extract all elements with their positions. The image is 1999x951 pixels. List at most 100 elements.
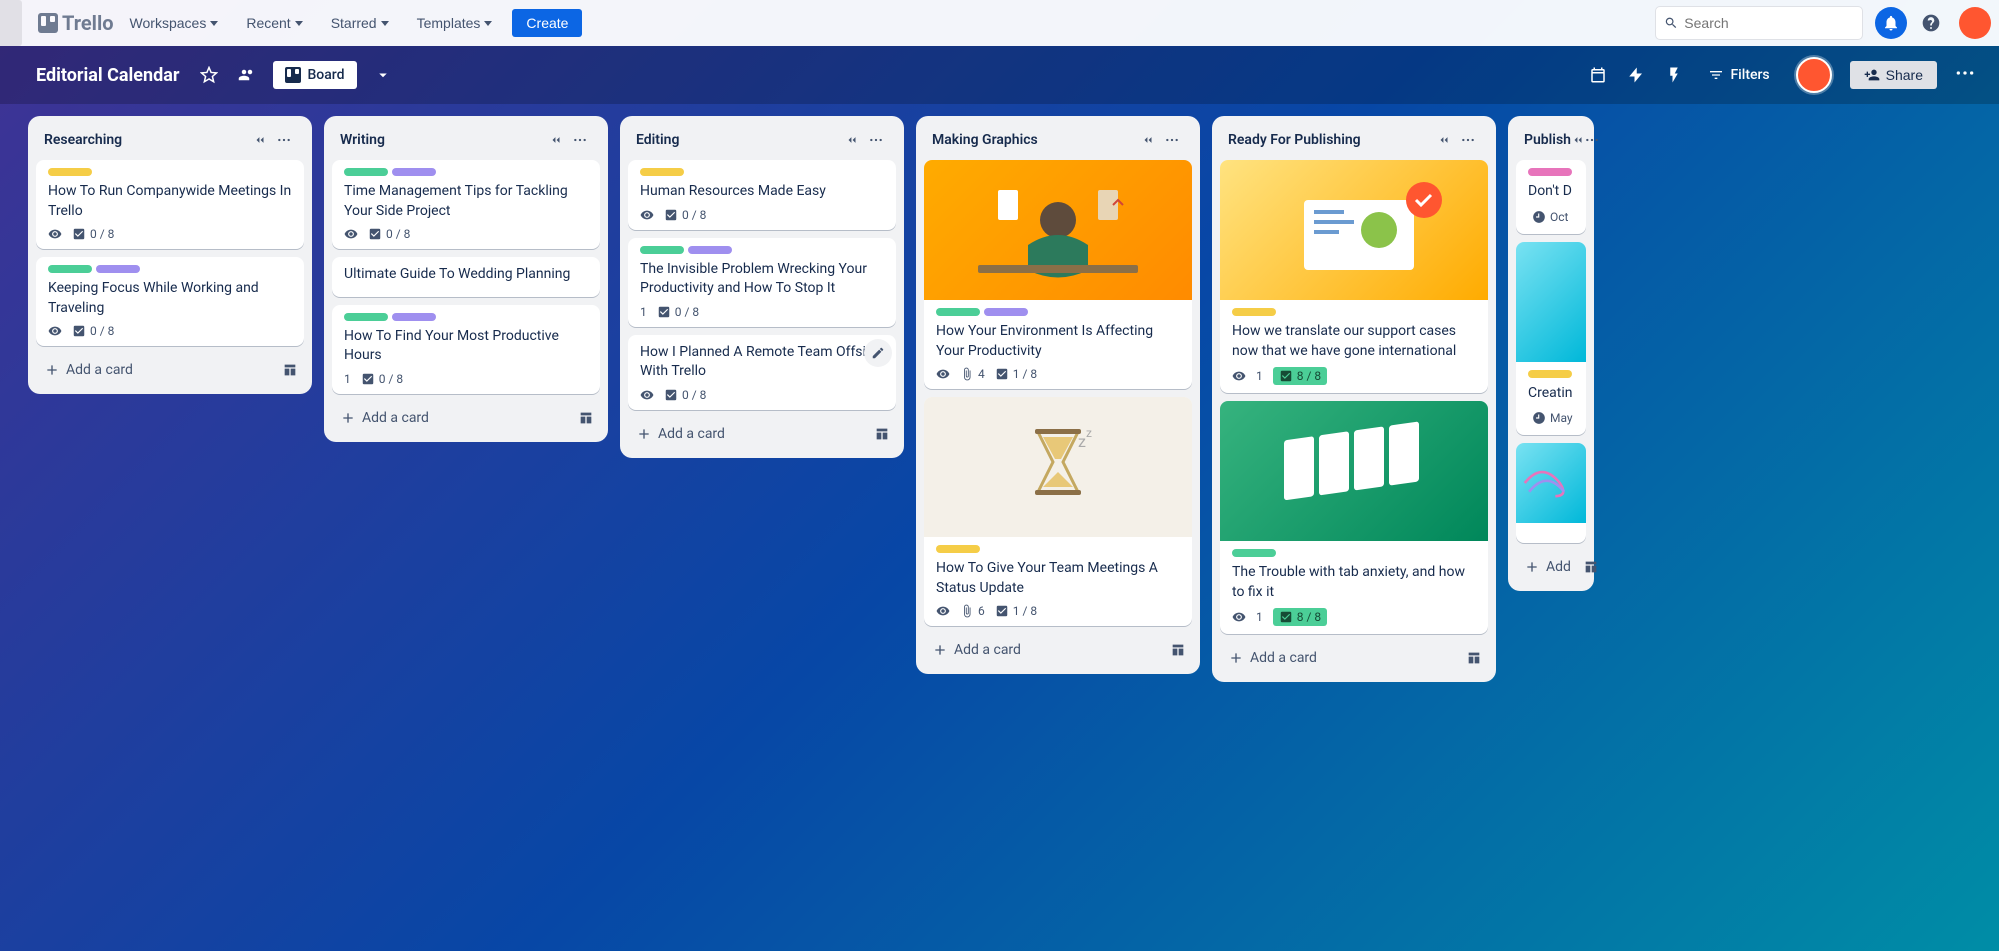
checklist-text: 0 / 8 (682, 388, 706, 402)
card-template-button[interactable] (276, 356, 304, 384)
card-wrapper: Human Resources Made Easy 0 / 8 (628, 160, 896, 238)
list-title[interactable]: Editing (636, 132, 840, 148)
label-purple[interactable] (96, 265, 140, 273)
card[interactable]: Don't D Oct (1516, 160, 1586, 234)
card-template-button[interactable] (868, 420, 896, 448)
label-pink[interactable] (1528, 168, 1572, 176)
list-title[interactable]: Publish (1524, 132, 1571, 148)
workspace-visibility-button[interactable] (231, 59, 263, 91)
list-menu-button[interactable] (272, 128, 296, 152)
label-yellow[interactable] (936, 545, 980, 553)
add-card-button[interactable]: Add a card (332, 402, 568, 434)
trello-logo[interactable]: Trello (38, 11, 114, 35)
list-menu-button[interactable] (1456, 128, 1480, 152)
automation-button[interactable] (1658, 59, 1690, 91)
collapse-list-button[interactable] (544, 128, 568, 152)
card-badges: 0 / 8 (640, 208, 884, 222)
label-purple[interactable] (688, 246, 732, 254)
add-card-button[interactable]: Add a card (1220, 642, 1456, 674)
collapse-list-button[interactable] (1432, 128, 1456, 152)
watch-badge (936, 604, 950, 618)
list-title[interactable]: Making Graphics (932, 132, 1136, 148)
recent-menu[interactable]: Recent (234, 9, 314, 37)
label-yellow[interactable] (640, 168, 684, 176)
search-input[interactable] (1684, 15, 1854, 31)
card[interactable]: How Your Environment Is Affecting Your P… (924, 160, 1192, 389)
add-card-button[interactable]: Add a card (628, 418, 864, 450)
card[interactable]: How we translate our support cases now t… (1220, 160, 1488, 393)
label-green[interactable] (344, 313, 388, 321)
customize-view-button[interactable] (367, 59, 399, 91)
starred-menu[interactable]: Starred (319, 9, 401, 37)
label-yellow[interactable] (1232, 308, 1276, 316)
label-green[interactable] (640, 246, 684, 254)
label-green[interactable] (936, 308, 980, 316)
collapse-list-button[interactable] (840, 128, 864, 152)
filters-button[interactable]: Filters (1696, 61, 1781, 89)
card[interactable]: Time Management Tips for Tackling Your S… (332, 160, 600, 249)
board-member-avatar[interactable] (1796, 57, 1832, 93)
label-purple[interactable] (392, 313, 436, 321)
label-purple[interactable] (392, 168, 436, 176)
calendar-powerup-button[interactable] (1582, 59, 1614, 91)
list-title[interactable]: Researching (44, 132, 248, 148)
board-view-switcher[interactable]: Board (273, 61, 356, 89)
card[interactable]: Ultimate Guide To Wedding Planning (332, 257, 600, 297)
list-title[interactable]: Ready For Publishing (1228, 132, 1432, 148)
card-template-button[interactable] (1460, 644, 1488, 672)
notifications-button[interactable] (1875, 7, 1907, 39)
board-canvas[interactable]: Researching How To Run Companywide Meeti… (0, 104, 1999, 951)
collapse-list-button[interactable] (248, 128, 272, 152)
sidebar-handle[interactable] (0, 0, 22, 46)
add-card-button[interactable]: Add a card (924, 634, 1160, 666)
card[interactable]: Creatin May (1516, 242, 1586, 436)
list-menu-button[interactable] (1160, 128, 1184, 152)
edit-card-icon[interactable] (864, 339, 892, 367)
card-template-button[interactable] (1164, 636, 1192, 664)
add-card-button[interactable]: Add a card (36, 354, 272, 386)
count-badge: 1 (344, 372, 351, 386)
collapse-list-button[interactable] (1571, 128, 1585, 152)
card-template-button[interactable] (1583, 553, 1599, 581)
search-box[interactable] (1655, 6, 1863, 40)
board-name[interactable]: Editorial Calendar (28, 61, 187, 90)
card[interactable]: Human Resources Made Easy 0 / 8 (628, 160, 896, 230)
card[interactable]: z z How To Give Your Team Meetings A Sta… (924, 397, 1192, 626)
list-menu-button[interactable] (1585, 128, 1599, 152)
card[interactable]: The Trouble with tab anxiety, and how to… (1220, 401, 1488, 634)
card[interactable] (1516, 443, 1586, 543)
list-menu-button[interactable] (568, 128, 592, 152)
card-wrapper: How I Planned A Remote Team Offsite With… (628, 335, 896, 418)
label-yellow[interactable] (1528, 370, 1572, 378)
label-purple[interactable] (984, 308, 1028, 316)
list-title[interactable]: Writing (340, 132, 544, 148)
label-green[interactable] (1232, 549, 1276, 557)
create-button[interactable]: Create (512, 9, 582, 37)
card[interactable]: How To Run Companywide Meetings In Trell… (36, 160, 304, 249)
templates-menu[interactable]: Templates (405, 9, 505, 37)
label-green[interactable] (48, 265, 92, 273)
card-labels (1232, 549, 1476, 557)
list-menu-button[interactable] (864, 128, 888, 152)
card[interactable]: How To Find Your Most Productive Hours 1… (332, 305, 600, 394)
list: Writing Time Management Tips for Tacklin… (324, 116, 608, 442)
dots-horizontal-icon (1955, 63, 1975, 83)
card-template-button[interactable] (572, 404, 600, 432)
star-board-button[interactable] (193, 59, 225, 91)
powerups-button[interactable] (1620, 59, 1652, 91)
board-menu-button[interactable] (1951, 55, 1979, 95)
card[interactable]: Keeping Focus While Working and Travelin… (36, 257, 304, 346)
card[interactable]: How I Planned A Remote Team Offsite With… (628, 335, 896, 410)
add-card-button[interactable]: Add (1516, 551, 1579, 583)
card-labels (640, 246, 884, 254)
label-green[interactable] (344, 168, 388, 176)
card[interactable]: The Invisible Problem Wrecking Your Prod… (628, 238, 896, 327)
workspaces-menu[interactable]: Workspaces (118, 9, 231, 37)
share-button[interactable]: Share (1850, 61, 1937, 89)
label-yellow[interactable] (48, 168, 92, 176)
checklist-text: 0 / 8 (675, 305, 699, 319)
collapse-list-button[interactable] (1136, 128, 1160, 152)
card-badges: 61 / 8 (936, 604, 1180, 618)
user-avatar[interactable] (1959, 7, 1991, 39)
help-button[interactable] (1915, 7, 1947, 39)
